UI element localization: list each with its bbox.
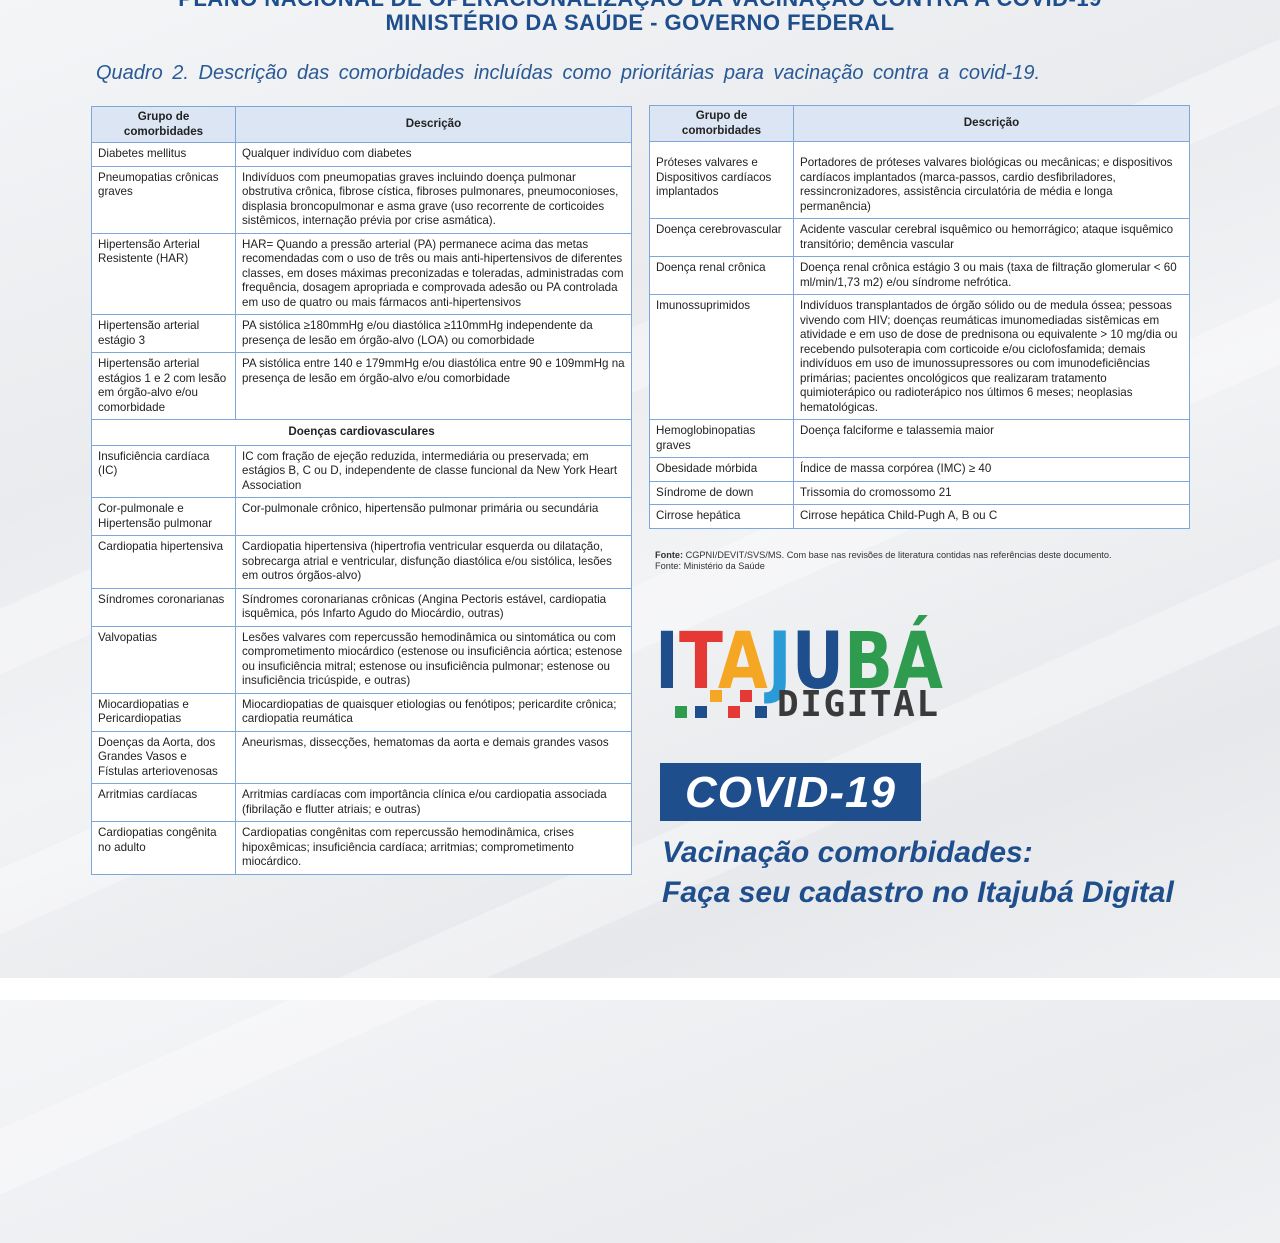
cell-descricao: Indivíduos com pneumopatias graves inclu… [235,166,632,234]
table-row: Cardiopatias congênita no adulto Cardiop… [91,821,632,875]
cell-grupo: Próteses valvares e Dispositivos cardíac… [649,141,794,219]
table-row: Doença cerebrovascular Acidente vascular… [649,218,1190,257]
cell-grupo: Doença renal crônica [649,256,794,295]
cell-descricao: IC com fração de ejeção reduzida, interm… [235,445,632,498]
table-row: Cirrose hepática Cirrose hepática Child-… [649,504,1190,529]
cell-descricao: Lesões valvares com repercussão hemodinâ… [235,626,632,694]
promo-line2: Faça seu cadastro no Itajubá Digital [662,876,1174,909]
cell-grupo: Síndrome de down [649,481,794,505]
cell-grupo: Cardiopatias congênita no adulto [91,821,236,875]
cell-descricao: Arritmias cardíacas com importância clín… [235,783,632,822]
document-header-line2: MINISTÉRIO DA SAÚDE - GOVERNO FEDERAL [385,10,895,35]
cell-descricao: Índice de massa corpórea (IMC) ≥ 40 [793,457,1190,482]
table-row: Próteses valvares e Dispositivos cardíac… [649,141,1190,219]
cell-descricao: Cor-pulmonale crônico, hipertensão pulmo… [235,497,632,536]
table-row: Hemoglobinopatias graves Doença falcifor… [649,419,1190,458]
table-row: Síndromes coronarianas Síndromes coronar… [91,588,632,627]
cell-grupo: Hipertensão arterial estágio 3 [91,314,236,353]
cell-descricao: Síndromes coronarianas crônicas (Angina … [235,588,632,627]
table-row: Imunossuprimidos Indivíduos transplantad… [649,294,1190,420]
cell-descricao: Doença falciforme e talassemia maior [793,419,1190,458]
column-header-descricao: Descrição [793,105,1190,142]
table-caption: Quadro 2. Descrição das comorbidades inc… [96,62,1041,84]
logo-letter: I [655,617,679,707]
covid-badge: COVID-19 [660,763,921,821]
table-row: Pneumopatias crônicas graves Indivíduos … [91,166,632,234]
section-row: Doenças cardiovasculares [91,419,632,446]
table-row: Cardiopatia hipertensiva Cardiopatia hip… [91,535,632,589]
cell-descricao: Qualquer indivíduo com diabetes [235,142,632,167]
table-row: Diabetes mellitus Qualquer indivíduo com… [91,142,632,167]
itajuba-digital-logo: ITAJUBÁ DIGITAL [655,610,955,730]
column-header-grupo: Grupo de comorbidades [91,106,236,143]
logo-graphic: ITAJUBÁ DIGITAL [655,615,943,725]
comorbidities-table-right: Grupo de comorbidades Descrição Próteses… [649,105,1190,529]
cell-grupo: Cirrose hepática [649,504,794,529]
promo-line1: Vacinação comorbidades: [662,836,1033,869]
table-row: Insuficiência cardíaca (IC) IC com fraçã… [91,445,632,498]
table-row: Miocardiopatias e Pericardiopatias Mioca… [91,693,632,732]
cell-descricao: PA sistólica ≥180mmHg e/ou diastólica ≥1… [235,314,632,353]
cell-grupo: Imunossuprimidos [649,294,794,420]
table-row: Valvopatias Lesões valvares com repercus… [91,626,632,694]
cell-grupo: Hemoglobinopatias graves [649,419,794,458]
cell-descricao: HAR= Quando a pressão arterial (PA) perm… [235,233,632,315]
table-row: Doença renal crônica Doença renal crônic… [649,256,1190,295]
cell-grupo: Doenças da Aorta, dos Grandes Vasos e Fí… [91,731,236,784]
table-row: Obesidade mórbida Índice de massa corpór… [649,457,1190,482]
cell-descricao: Indivíduos transplantados de órgão sólid… [793,294,1190,420]
comorbidities-table-left: Grupo de comorbidades Descrição Diabetes… [91,106,632,875]
cell-descricao: Doença renal crônica estágio 3 ou mais (… [793,256,1190,295]
cell-descricao: Acidente vascular cerebral isquêmico ou … [793,218,1190,257]
cell-grupo: Obesidade mórbida [649,457,794,482]
cell-grupo: Insuficiência cardíaca (IC) [91,445,236,498]
source-label: Fonte: [655,550,684,560]
logo-subtitle: DIGITAL [777,684,942,725]
cell-grupo: Síndromes coronarianas [91,588,236,627]
table-row: Cor-pulmonale e Hipertensão pulmonar Cor… [91,497,632,536]
column-header-descricao: Descrição [235,106,632,143]
table-row: Hipertensão arterial estágios 1 e 2 com … [91,352,632,420]
cell-descricao: Miocardiopatias de quaisquer etiologias … [235,693,632,732]
table-row: Hipertensão Arterial Resistente (HAR) HA… [91,233,632,315]
source-text-2: Fonte: Ministério da Saúde [655,561,765,571]
cell-descricao: Cardiopatias congênitas com repercussão … [235,821,632,875]
cell-grupo: Hipertensão Arterial Resistente (HAR) [91,233,236,315]
section-title: Doenças cardiovasculares [91,419,632,446]
cell-descricao: Portadores de próteses valvares biológic… [793,141,1190,219]
cell-grupo: Doença cerebrovascular [649,218,794,257]
cell-grupo: Cardiopatia hipertensiva [91,535,236,589]
cell-descricao: Aneurismas, dissecções, hematomas da aor… [235,731,632,784]
column-header-grupo: Grupo de comorbidades [649,105,794,142]
table-row: Síndrome de down Trissomia do cromossomo… [649,481,1190,505]
bottom-bar [0,978,1280,1000]
cell-grupo: Pneumopatias crônicas graves [91,166,236,234]
cell-grupo: Valvopatias [91,626,236,694]
cell-grupo: Arritmias cardíacas [91,783,236,822]
cell-descricao: PA sistólica entre 140 e 179mmHg e/ou di… [235,352,632,420]
table-row: Hipertensão arterial estágio 3 PA sistól… [91,314,632,353]
cell-descricao: Cardiopatia hipertensiva (hipertrofia ve… [235,535,632,589]
cell-grupo: Cor-pulmonale e Hipertensão pulmonar [91,497,236,536]
cell-grupo: Diabetes mellitus [91,142,236,167]
source-note: Fonte: CGPNI/DEVIT/SVS/MS. Com base nas … [655,550,1112,572]
cell-grupo: Hipertensão arterial estágios 1 e 2 com … [91,352,236,420]
cell-descricao: Cirrose hepática Child-Pugh A, B ou C [793,504,1190,529]
cell-descricao: Trissomia do cromossomo 21 [793,481,1190,505]
table-row: Arritmias cardíacas Arritmias cardíacas … [91,783,632,822]
source-text: CGPNI/DEVIT/SVS/MS. Com base nas revisõe… [685,550,1112,560]
table-row: Doenças da Aorta, dos Grandes Vasos e Fí… [91,731,632,784]
cell-grupo: Miocardiopatias e Pericardiopatias [91,693,236,732]
